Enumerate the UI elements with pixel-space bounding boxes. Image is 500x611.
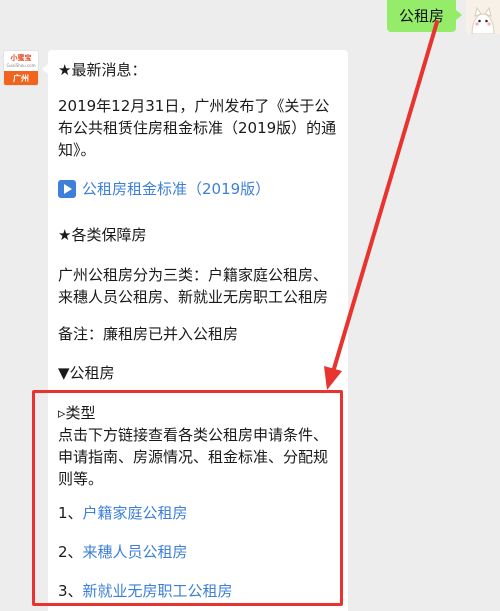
news-body: 2019年12月31日，广州发布了《关于公布公共租赁住房租金标准（2019版）的… bbox=[58, 97, 337, 159]
official-account-avatar[interactable]: 小蜜宝 GuaiShou.com 广州 bbox=[3, 50, 39, 86]
section-heading: ▼公租房 bbox=[58, 364, 115, 382]
rent-standard-link[interactable]: 公租房租金标准（2019版） bbox=[82, 178, 270, 200]
news-heading: ★最新消息： bbox=[58, 61, 147, 79]
avatar-brand-text: 小蜜宝 bbox=[10, 54, 32, 62]
housing-types-body: 广州公租房分为三类：户籍家庭公租房、来穗人员公租房、新就业无房职工公租房 bbox=[58, 266, 329, 306]
cat-avatar-icon bbox=[466, 0, 500, 34]
highlight-box bbox=[32, 390, 343, 606]
outgoing-message-row: 公租房 bbox=[0, 0, 500, 36]
rent-standard-link-row[interactable]: 公租房租金标准（2019版） bbox=[58, 178, 338, 200]
housing-types-heading: ★各类保障房 bbox=[58, 226, 147, 244]
outgoing-message-bubble[interactable]: 公租房 bbox=[386, 0, 463, 32]
note-text: 备注：廉租房已并入公租房 bbox=[58, 325, 239, 343]
avatar-url-text: GuaiShou.com bbox=[6, 63, 36, 68]
user-avatar[interactable] bbox=[466, 0, 500, 34]
avatar-city-label: 广州 bbox=[4, 71, 38, 85]
play-icon bbox=[58, 180, 76, 198]
